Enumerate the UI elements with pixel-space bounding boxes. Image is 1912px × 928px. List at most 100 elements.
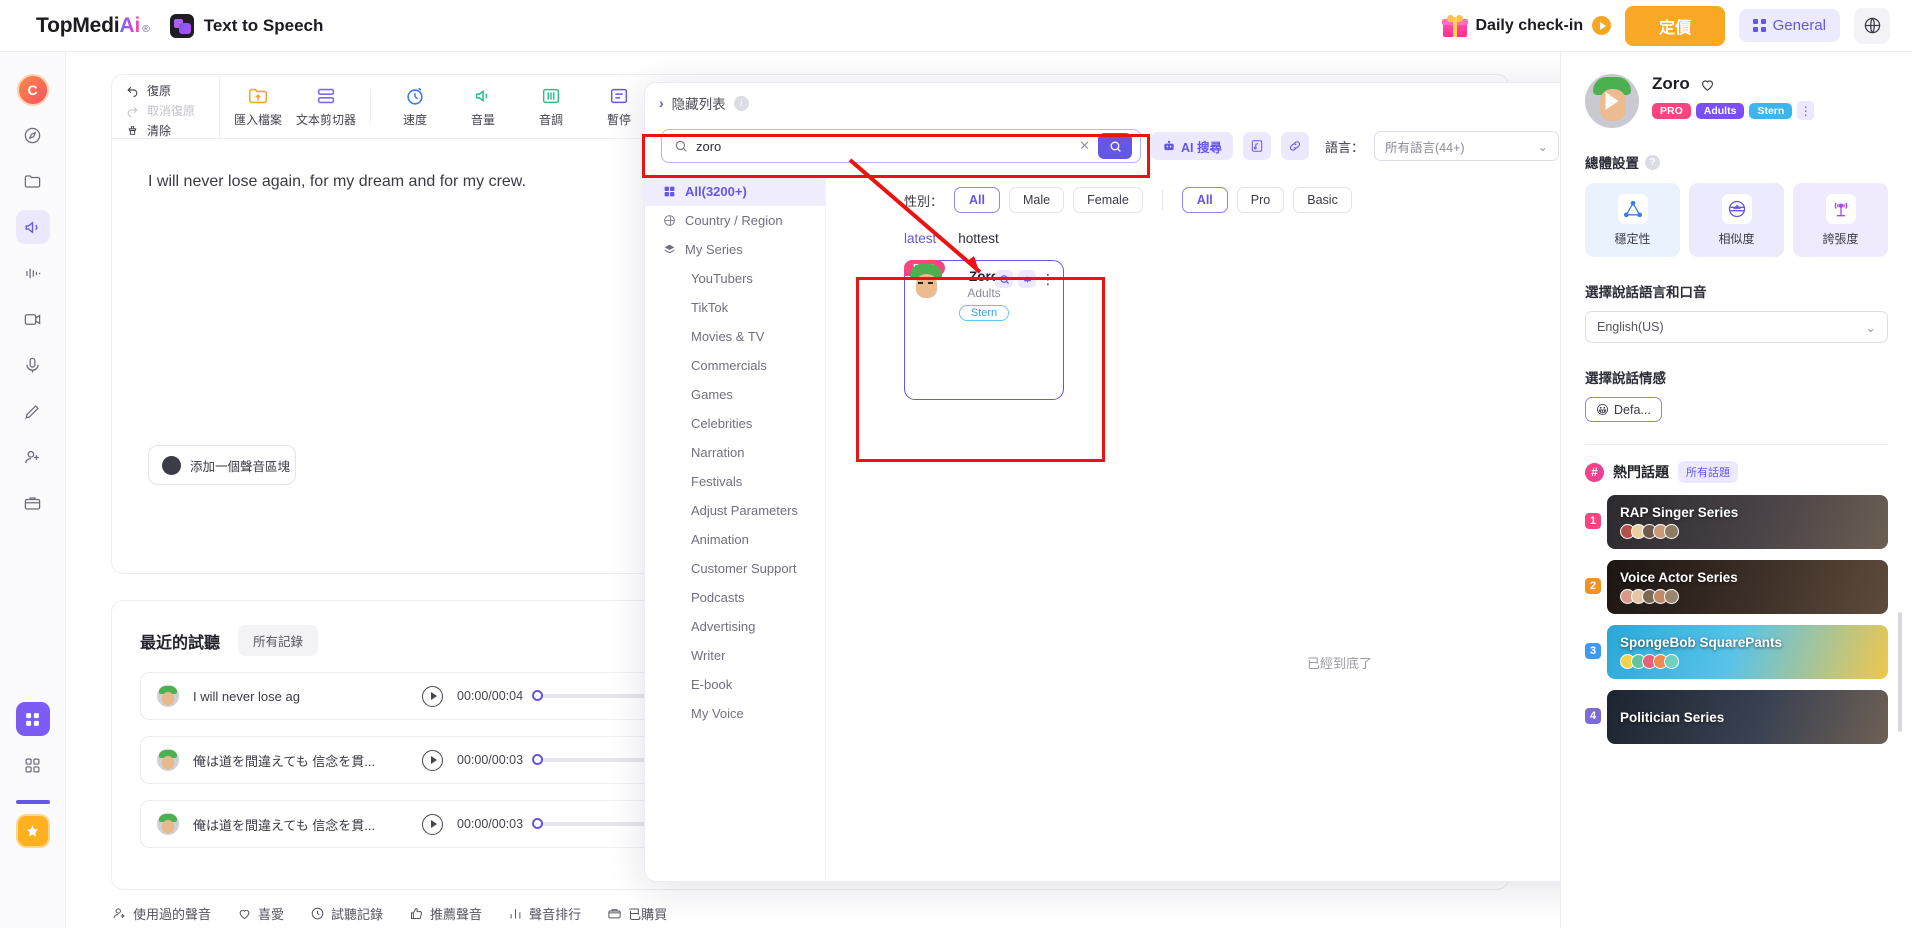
sort-hottest[interactable]: hottest <box>958 231 999 246</box>
all-topics-button[interactable]: 所有話題 <box>1678 461 1738 483</box>
tier-filter-all[interactable]: All <box>1181 187 1228 213</box>
import-file-button[interactable]: 匯入檔案 <box>224 85 292 128</box>
search-input[interactable] <box>696 138 1072 154</box>
language-globe-button[interactable] <box>1854 7 1890 44</box>
rail-item-more-grid[interactable] <box>16 748 50 782</box>
voice-avatar-play[interactable] <box>1585 74 1639 128</box>
rail-item-editor-pen[interactable] <box>16 394 50 428</box>
rail-item-voice-clone[interactable] <box>16 256 50 290</box>
rail-item-premium[interactable] <box>15 814 50 848</box>
play-button[interactable] <box>422 813 443 835</box>
undo-button[interactable]: 復原 <box>126 81 219 99</box>
heart-icon[interactable] <box>1699 76 1716 93</box>
tile-similarity[interactable]: 相似度 <box>1689 183 1784 257</box>
play-circle-icon[interactable] <box>1592 16 1612 35</box>
tier-filter-basic[interactable]: Basic <box>1293 187 1352 213</box>
emotion-section-heading: 選擇說話情感 <box>1585 371 1666 386</box>
sidebar-item-festivals[interactable]: Festivals <box>645 467 825 496</box>
sidebar-item-commercials[interactable]: Commercials <box>645 351 825 380</box>
brand-logo[interactable]: TopMedi Ai ® <box>36 14 150 38</box>
sidebar-item-ebook[interactable]: E-book <box>645 670 825 699</box>
speed-button[interactable]: 速度 <box>381 85 449 128</box>
tier-filter-pro[interactable]: Pro <box>1236 187 1285 213</box>
tab-purchased[interactable]: 已購買 <box>607 904 667 923</box>
emotion-chip-default[interactable]: 😀 Defa... <box>1585 397 1662 422</box>
tab-voice-ranking[interactable]: 聲音排行 <box>508 904 581 923</box>
tile-exaggeration[interactable]: 誇張度 <box>1793 183 1888 257</box>
sidebar-item-animation[interactable]: Animation <box>645 525 825 554</box>
pricing-button[interactable]: 定價 <box>1625 5 1726 46</box>
sidebar-item-podcasts[interactable]: Podcasts <box>645 583 825 612</box>
sidebar-item-my-series[interactable]: My Series <box>645 235 825 264</box>
tab-recommended-voices[interactable]: 推薦聲音 <box>409 904 482 923</box>
sidebar-item-all[interactable]: All(3200+) <box>645 177 825 206</box>
language-filter-select[interactable]: 所有語言(44+) ⌄ <box>1374 131 1559 161</box>
tab-label: 推薦聲音 <box>430 907 483 922</box>
rail-item-archive[interactable] <box>16 486 50 520</box>
link-button[interactable] <box>1280 132 1309 160</box>
sort-latest[interactable]: latest <box>904 231 936 246</box>
avatar[interactable]: C <box>16 74 49 106</box>
clear-search-icon[interactable]: ✕ <box>1079 138 1090 154</box>
sidebar-item-advertising[interactable]: Advertising <box>645 612 825 641</box>
search-box[interactable]: ✕ <box>661 129 1141 163</box>
daily-checkin-button[interactable]: Daily check-in <box>1441 14 1612 37</box>
add-voice-block-button[interactable]: + 添加一個聲音區塊 <box>148 445 296 485</box>
sidebar-item-celebrities[interactable]: Celebrities <box>645 409 825 438</box>
rail-item-profile[interactable] <box>16 440 50 474</box>
info-icon[interactable]: i <box>733 95 749 111</box>
tab-used-voices[interactable]: 使用過的聲音 <box>112 904 211 923</box>
tab-favorites[interactable]: 喜愛 <box>237 904 284 923</box>
sidebar-item-country-region[interactable]: Country / Region <box>645 206 825 235</box>
settings-gear-icon[interactable] <box>1018 270 1036 288</box>
gender-filter-male[interactable]: Male <box>1009 187 1065 213</box>
hot-topic-item[interactable]: 3 SpongeBob SquarePants <box>1585 625 1888 679</box>
rail-item-compass[interactable] <box>16 118 50 152</box>
sidebar-item-writer[interactable]: Writer <box>645 641 825 670</box>
rail-item-apps[interactable] <box>15 702 50 736</box>
panel-scrollbar[interactable] <box>1898 612 1902 732</box>
general-button[interactable]: General <box>1739 9 1840 42</box>
pause-button[interactable]: 暫停 <box>585 85 653 128</box>
voice-more-icon[interactable]: ⋮ <box>1797 101 1815 120</box>
tab-listen-history[interactable]: 試聽記錄 <box>310 904 383 923</box>
language-select[interactable]: English(US) ⌄ <box>1585 311 1888 343</box>
redo-button[interactable]: 取消復原 <box>126 101 219 119</box>
rail-item-video[interactable] <box>16 302 50 336</box>
sidebar-item-tiktok[interactable]: TikTok <box>645 293 825 322</box>
hot-topic-item[interactable]: 4 Politician Series <box>1585 690 1888 744</box>
tile-stability[interactable]: 穩定性 <box>1585 183 1680 257</box>
voice-card-zoro[interactable]: PRO ⋮ <box>904 260 1064 400</box>
robot-icon <box>1164 140 1174 151</box>
gender-filter-all[interactable]: All <box>954 187 1001 213</box>
preview-search-icon[interactable] <box>995 270 1013 288</box>
all-records-button[interactable]: 所有記錄 <box>238 625 319 656</box>
volume-button[interactable]: 音量 <box>449 85 517 128</box>
pitch-button[interactable]: 音調 <box>517 85 585 128</box>
rail-item-microphone[interactable] <box>16 348 50 382</box>
sidebar-item-my-voice[interactable]: My Voice <box>645 699 825 728</box>
avatar-stack <box>1620 654 1888 669</box>
search-submit-button[interactable] <box>1098 133 1132 159</box>
hot-topic-item[interactable]: 2 Voice Actor Series <box>1585 560 1888 614</box>
sidebar-item-games[interactable]: Games <box>645 380 825 409</box>
ai-search-button[interactable]: AI 搜尋 <box>1151 132 1233 160</box>
sidebar-item-movies-tv[interactable]: Movies & TV <box>645 322 825 351</box>
chevron-right-icon[interactable]: › <box>659 95 664 111</box>
card-more-icon[interactable]: ⋮ <box>1041 272 1055 286</box>
sidebar-item-narration[interactable]: Narration <box>645 438 825 467</box>
sidebar-item-youtubers[interactable]: YouTubers <box>645 264 825 293</box>
hot-topic-item[interactable]: 1 RAP Singer Series <box>1585 495 1888 549</box>
rail-item-folder[interactable] <box>16 164 50 198</box>
music-note-button[interactable] <box>1242 132 1271 160</box>
globe-icon <box>664 215 675 226</box>
play-button[interactable] <box>422 749 443 771</box>
rail-item-text-to-speech[interactable] <box>15 210 50 244</box>
gender-filter-female[interactable]: Female <box>1073 187 1143 213</box>
sidebar-item-adjust-parameters[interactable]: Adjust Parameters <box>645 496 825 525</box>
sidebar-item-customer-support[interactable]: Customer Support <box>645 554 825 583</box>
text-cutter-button[interactable]: 文本剪切器 <box>292 85 360 128</box>
help-icon[interactable]: ? <box>1645 154 1660 170</box>
play-button[interactable] <box>422 685 443 707</box>
clear-button[interactable]: 清除 <box>126 121 219 139</box>
